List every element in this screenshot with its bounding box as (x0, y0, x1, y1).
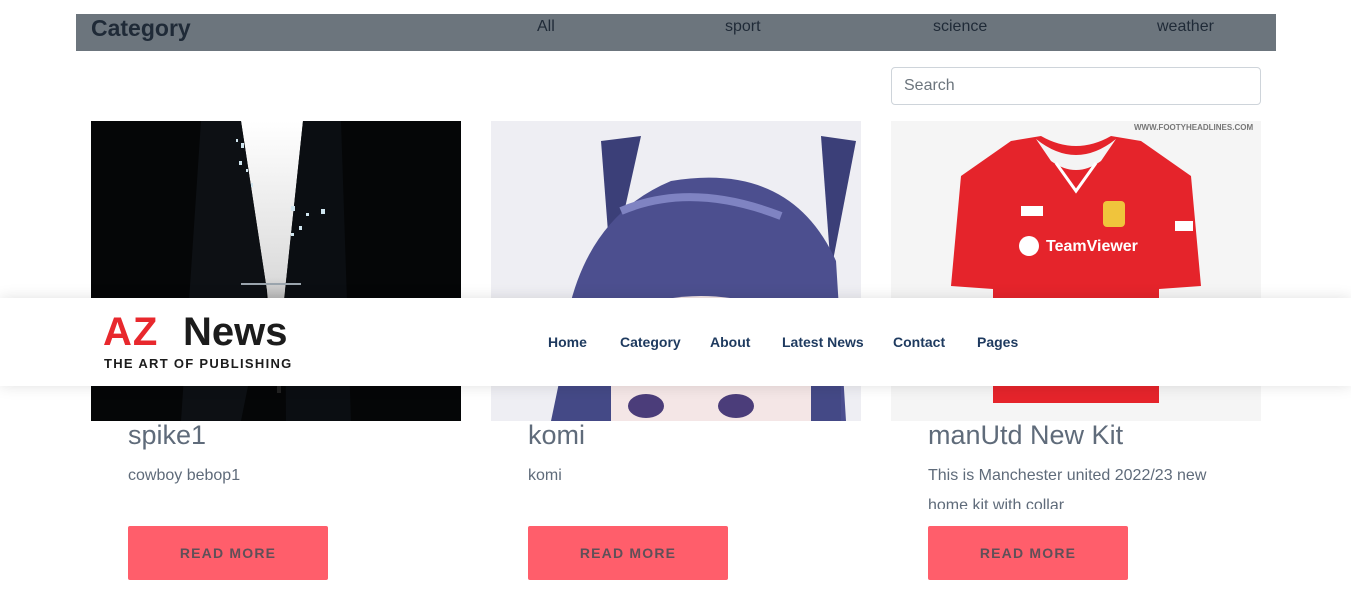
read-more-button-komi[interactable]: READ MORE (528, 526, 728, 580)
logo-news-text: News (183, 310, 288, 354)
post-title-komi[interactable]: komi (528, 420, 585, 451)
category-link-weather[interactable]: weather (1157, 18, 1214, 36)
read-more-button-spike1[interactable]: READ MORE (128, 526, 328, 580)
nav-link-category[interactable]: Category (620, 334, 681, 350)
nav-link-contact[interactable]: Contact (893, 334, 945, 350)
post-excerpt-spike1: cowboy bebop1 (128, 467, 241, 484)
category-link-all[interactable]: All (537, 18, 555, 36)
post-excerpt-komi: komi (528, 467, 562, 484)
nav-link-about[interactable]: About (710, 334, 750, 350)
category-title: Category (91, 15, 191, 41)
sponsor-text: TeamViewer (1046, 238, 1138, 255)
post-title-manutd[interactable]: manUtd New Kit (928, 420, 1123, 451)
category-link-sport[interactable]: sport (725, 18, 761, 36)
logo-tagline: THE ART OF PUBLISHING (104, 356, 293, 371)
nav-link-home[interactable]: Home (548, 334, 587, 350)
nav-link-pages[interactable]: Pages (977, 334, 1018, 350)
site-logo[interactable]: AZ News THE ART OF PUBLISHING (103, 310, 293, 372)
category-bar: Category All sport science weather (76, 14, 1276, 51)
nav-link-latest-news[interactable]: Latest News (782, 334, 864, 350)
main-navbar: AZ News THE ART OF PUBLISHING Home Categ… (0, 298, 1351, 386)
post-title-spike1[interactable]: spike1 (128, 420, 206, 451)
category-link-science[interactable]: science (933, 18, 987, 36)
post-excerpt-manutd: This is Manchester united 2022/23 new ho… (928, 467, 1207, 509)
logo-az-text: AZ (103, 310, 159, 354)
read-more-button-manutd[interactable]: READ MORE (928, 526, 1128, 580)
watermark-text: WWW.FOOTYHEADLINES.COM (1134, 123, 1253, 132)
search-input[interactable] (891, 67, 1261, 105)
